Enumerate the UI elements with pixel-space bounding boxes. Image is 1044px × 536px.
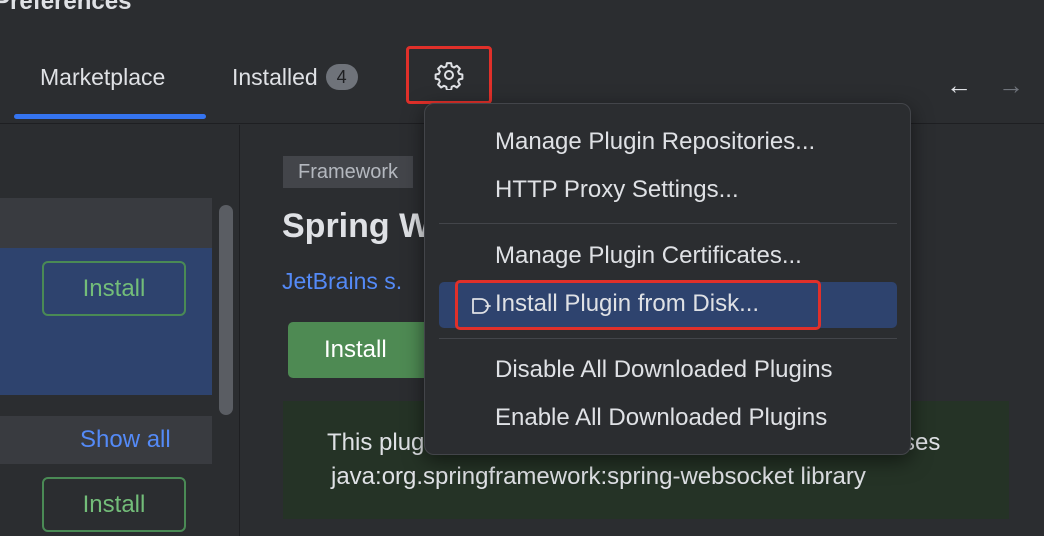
settings-dropdown-menu: Manage Plugin Repositories... HTTP Proxy… — [424, 103, 911, 455]
tab-installed[interactable]: Installed 4 — [232, 64, 358, 91]
installed-count-badge: 4 — [325, 64, 358, 90]
arrow-left-icon[interactable]: ← — [946, 70, 972, 101]
scrollbar[interactable] — [219, 205, 233, 415]
plugin-list: Install Show all Install — [0, 125, 240, 536]
menu-separator — [439, 223, 897, 224]
settings-button[interactable] — [406, 46, 492, 104]
install-button[interactable]: Install — [42, 261, 186, 316]
install-button[interactable]: Install — [42, 477, 186, 532]
vendor-link[interactable]: JetBrains s. — [282, 268, 402, 295]
menu-item-manage-repositories[interactable]: Manage Plugin Repositories... — [495, 128, 815, 156]
menu-item-disable-all[interactable]: Disable All Downloaded Plugins — [495, 356, 833, 384]
window-title: Preferences — [0, 0, 132, 15]
description-text: This plug — [327, 429, 425, 456]
menu-separator — [439, 338, 897, 339]
install-plugin-button[interactable]: Install — [288, 322, 438, 378]
list-item[interactable] — [0, 198, 212, 248]
gear-icon — [434, 62, 464, 90]
tab-active-indicator — [14, 114, 206, 119]
category-tag: Framework — [283, 156, 414, 188]
tab-installed-label: Installed — [232, 64, 318, 90]
menu-item-http-proxy[interactable]: HTTP Proxy Settings... — [495, 176, 739, 204]
tab-marketplace[interactable]: Marketplace — [40, 64, 165, 91]
menu-item-enable-all[interactable]: Enable All Downloaded Plugins — [495, 404, 827, 432]
arrow-right-icon[interactable]: → — [998, 70, 1024, 101]
plugin-title: Spring W — [282, 207, 432, 245]
menu-item-manage-certificates[interactable]: Manage Plugin Certificates... — [495, 242, 802, 270]
description-library: java:org.springframework:spring-websocke… — [331, 463, 866, 490]
highlight-annotation — [455, 280, 821, 330]
show-all-link[interactable]: Show all — [80, 426, 171, 454]
